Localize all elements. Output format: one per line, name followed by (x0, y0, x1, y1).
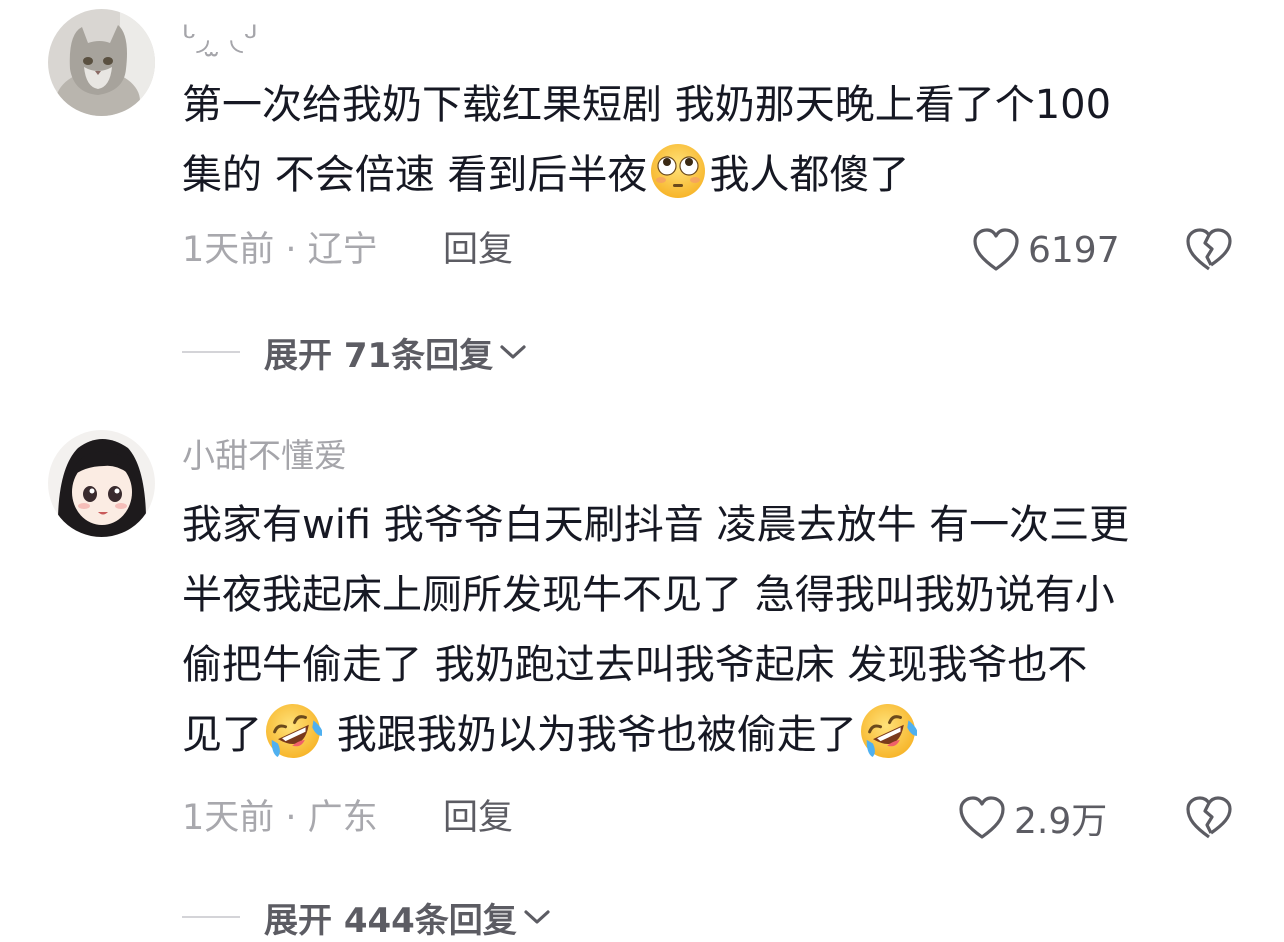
comment-line: 我家有wifi 我爷爷白天刷抖音 凌晨去放牛 有一次三更 (182, 502, 1130, 548)
comment-text-segment: 我跟我奶以为我爷也被偷走了 (324, 712, 857, 758)
divider (182, 351, 240, 353)
expand-replies-button[interactable]: 展开 444条回复 (182, 892, 551, 942)
comment-text: 第一次给我奶下载红果短剧 我奶那天晚上看了个100 集的 不会倍速 看到后半夜 … (182, 70, 1242, 210)
like-button[interactable]: 2.9万 (958, 793, 1107, 843)
avatar[interactable] (48, 9, 155, 116)
like-count: 2.9万 (1014, 801, 1108, 842)
comment-line: 集的 不会倍速 看到后半夜 我人都傻了 (182, 140, 1242, 210)
comment-text-segment: 我人都傻了 (709, 152, 910, 198)
broken-heart-icon (1186, 228, 1232, 271)
comment-text-segment: 集的 不会倍速 看到后半夜 (182, 152, 648, 198)
avatar[interactable] (48, 430, 155, 537)
expand-replies-label: 展开 71条回复 (264, 335, 494, 376)
comment-username[interactable]: ᒡ◞ ̫ ◟ᒢ (182, 18, 257, 58)
flushed-face-emoji-icon (649, 142, 707, 200)
chevron-down-icon (500, 345, 526, 359)
chevron-down-icon (524, 910, 550, 924)
reply-button[interactable]: 回复 (443, 228, 513, 272)
comment-text-segment: 见了 (182, 712, 262, 758)
comment-text: 我家有wifi 我爷爷白天刷抖音 凌晨去放牛 有一次三更 半夜我起床上厕所发现牛… (182, 490, 1242, 770)
dislike-button[interactable] (1184, 793, 1234, 843)
expand-replies-label: 展开 444条回复 (264, 900, 517, 941)
comment-username[interactable]: 小甜不懂爱 (182, 436, 347, 476)
comment-line: 见了 我跟我奶以为我爷也被偷走了 (182, 700, 1242, 770)
expand-replies-button[interactable]: 展开 71条回复 (182, 327, 527, 377)
reply-button[interactable]: 回复 (443, 796, 513, 840)
heart-outline-icon (973, 228, 1019, 271)
rolling-on-floor-laughing-emoji-icon (264, 702, 322, 760)
comment-line: 第一次给我奶下载红果短剧 我奶那天晚上看了个100 (182, 82, 1112, 128)
dislike-button[interactable] (1184, 225, 1234, 275)
comment-line: 半夜我起床上厕所发现牛不见了 急得我叫我奶说有小 (182, 572, 1115, 618)
like-count: 6197 (1028, 229, 1120, 271)
comment-time-location: 1天前 · 广东 (182, 798, 378, 838)
heart-outline-icon (959, 796, 1005, 839)
comment-line: 偷把牛偷走了 我奶跑过去叫我爷起床 发现我爷也不 (182, 642, 1088, 688)
divider (182, 916, 240, 918)
comment-time-location: 1天前 · 辽宁 (182, 230, 378, 270)
rolling-on-floor-laughing-emoji-icon (859, 702, 917, 760)
broken-heart-icon (1186, 796, 1232, 839)
like-button[interactable]: 6197 (972, 225, 1120, 275)
